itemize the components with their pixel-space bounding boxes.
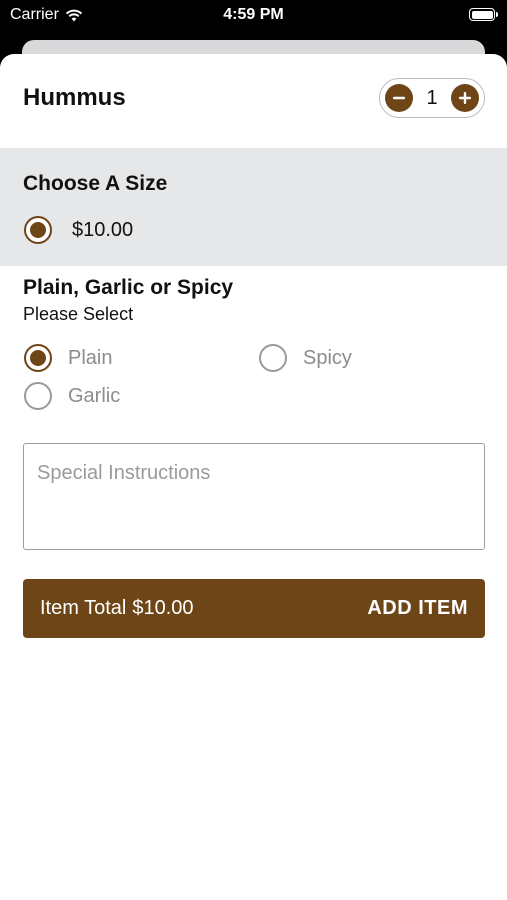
- item-sheet: Hummus 1 Choose A Size $10.00 Plain, Gar…: [0, 54, 507, 900]
- flavor-option-label: Garlic: [68, 384, 121, 407]
- special-instructions-placeholder: Special Instructions: [37, 462, 211, 484]
- special-instructions-input[interactable]: Special Instructions: [23, 443, 485, 550]
- plus-icon: [459, 92, 471, 104]
- plain-radio[interactable]: [24, 344, 52, 372]
- item-total-label: Item Total: [40, 597, 127, 619]
- flavor-section-title: Plain, Garlic or Spicy: [23, 276, 234, 299]
- minus-icon: [393, 96, 405, 100]
- size-radio[interactable]: [24, 216, 52, 244]
- add-item-button[interactable]: Item Total $10.00 ADD ITEM: [23, 579, 485, 638]
- quantity-value: 1: [426, 86, 438, 109]
- item-total-value: $10.00: [132, 597, 194, 619]
- flavor-option-plain[interactable]: Plain: [24, 344, 112, 372]
- flavor-section-subtitle: Please Select: [23, 304, 134, 324]
- quantity-stepper: 1: [379, 78, 485, 118]
- increment-button[interactable]: [451, 84, 479, 112]
- spicy-radio[interactable]: [259, 344, 287, 372]
- garlic-radio[interactable]: [24, 382, 52, 410]
- size-section-title: Choose A Size: [23, 172, 168, 195]
- item-header: Hummus 1: [0, 54, 507, 148]
- clock: 4:59 PM: [223, 6, 284, 23]
- flavor-option-garlic[interactable]: Garlic: [24, 382, 120, 410]
- add-item-label: ADD ITEM: [367, 597, 468, 619]
- flavor-option-spicy[interactable]: Spicy: [259, 344, 352, 372]
- item-title: Hummus: [23, 84, 126, 111]
- flavor-option-label: Plain: [68, 346, 113, 369]
- decrement-button[interactable]: [385, 84, 413, 112]
- size-option-label: $10.00: [72, 218, 134, 241]
- size-option[interactable]: $10.00: [24, 216, 133, 244]
- item-total: Item Total $10.00: [40, 597, 194, 620]
- status-bar: Carrier 4:59 PM: [0, 0, 507, 32]
- flavor-option-label: Spicy: [303, 346, 352, 369]
- flavor-section: Plain, Garlic or Spicy Please Select Pla…: [0, 266, 507, 436]
- size-section: Choose A Size $10.00: [0, 148, 507, 266]
- battery-icon: [469, 8, 498, 21]
